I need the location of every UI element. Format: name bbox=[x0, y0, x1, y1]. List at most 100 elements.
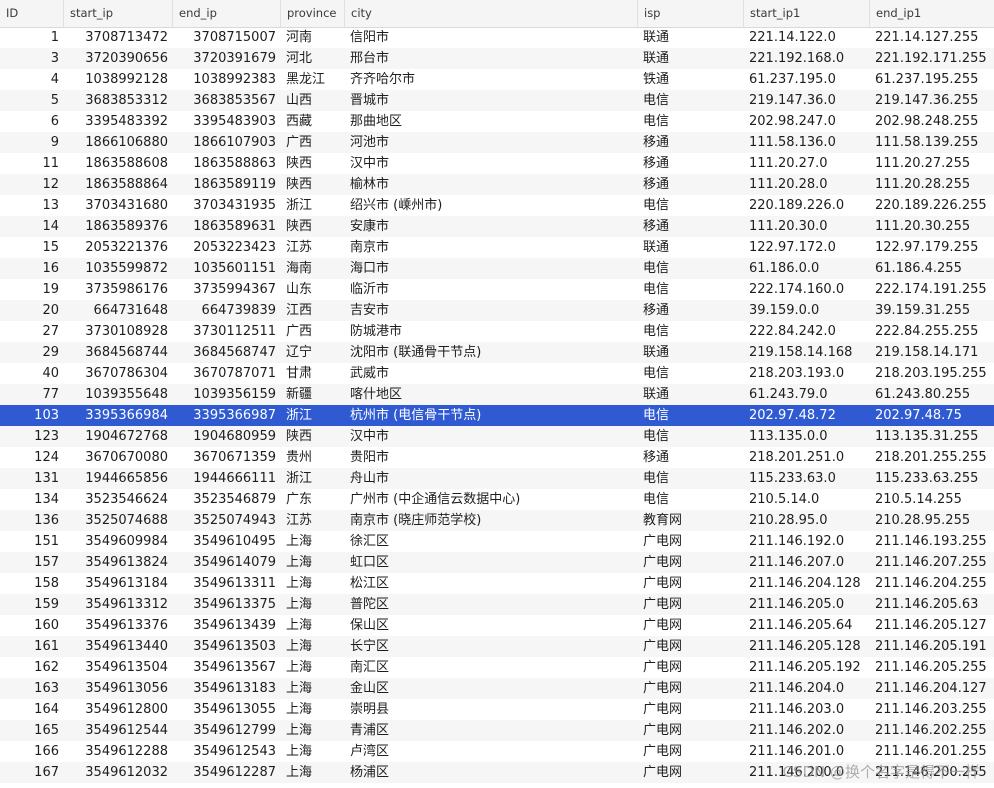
cell-start-ip[interactable]: 3549609984 bbox=[64, 531, 173, 552]
cell-start-ip[interactable]: 3549613312 bbox=[64, 594, 173, 615]
cell-end-ip[interactable]: 3549613311 bbox=[173, 573, 281, 594]
cell-id[interactable]: 131 bbox=[0, 468, 64, 489]
cell-start-ip1[interactable]: 61.237.195.0 bbox=[744, 69, 870, 90]
cell-province[interactable]: 广西 bbox=[281, 321, 345, 342]
cell-end-ip[interactable]: 2053223423 bbox=[173, 237, 281, 258]
cell-id[interactable]: 160 bbox=[0, 615, 64, 636]
cell-id[interactable]: 27 bbox=[0, 321, 64, 342]
cell-isp[interactable]: 电信 bbox=[638, 258, 744, 279]
cell-end-ip1[interactable]: 211.146.205.63 bbox=[870, 594, 994, 615]
cell-end-ip[interactable]: 1863588863 bbox=[173, 153, 281, 174]
cell-province[interactable]: 上海 bbox=[281, 657, 345, 678]
cell-id[interactable]: 161 bbox=[0, 636, 64, 657]
cell-city[interactable]: 南汇区 bbox=[345, 657, 638, 678]
cell-city[interactable]: 沈阳市 (联通骨干节点) bbox=[345, 342, 638, 363]
cell-isp[interactable]: 联通 bbox=[638, 27, 744, 48]
cell-end-ip[interactable]: 3670671359 bbox=[173, 447, 281, 468]
cell-end-ip1[interactable]: 202.97.48.75 bbox=[870, 405, 994, 426]
cell-start-ip1[interactable]: 222.174.160.0 bbox=[744, 279, 870, 300]
cell-province[interactable]: 河北 bbox=[281, 48, 345, 69]
cell-start-ip1[interactable]: 111.58.136.0 bbox=[744, 132, 870, 153]
column-header-isp[interactable]: isp bbox=[638, 0, 744, 27]
cell-id[interactable]: 166 bbox=[0, 741, 64, 762]
cell-id[interactable]: 124 bbox=[0, 447, 64, 468]
cell-province[interactable]: 山西 bbox=[281, 90, 345, 111]
cell-isp[interactable]: 广电网 bbox=[638, 720, 744, 741]
column-header-start-ip1[interactable]: start_ip1 bbox=[744, 0, 870, 27]
cell-isp[interactable]: 电信 bbox=[638, 426, 744, 447]
cell-province[interactable]: 陕西 bbox=[281, 174, 345, 195]
cell-isp[interactable]: 广电网 bbox=[638, 657, 744, 678]
cell-id[interactable]: 134 bbox=[0, 489, 64, 510]
cell-isp[interactable]: 移通 bbox=[638, 153, 744, 174]
cell-isp[interactable]: 广电网 bbox=[638, 741, 744, 762]
cell-start-ip1[interactable]: 211.146.205.0 bbox=[744, 594, 870, 615]
cell-start-ip1[interactable]: 210.28.95.0 bbox=[744, 510, 870, 531]
cell-city[interactable]: 绍兴市 (嵊州市) bbox=[345, 195, 638, 216]
cell-id[interactable]: 103 bbox=[0, 405, 64, 426]
cell-start-ip[interactable]: 3525074688 bbox=[64, 510, 173, 531]
cell-city[interactable]: 喀什地区 bbox=[345, 384, 638, 405]
cell-isp[interactable]: 电信 bbox=[638, 279, 744, 300]
cell-start-ip1[interactable]: 219.158.14.168 bbox=[744, 342, 870, 363]
cell-start-ip[interactable]: 1863589376 bbox=[64, 216, 173, 237]
cell-city[interactable]: 那曲地区 bbox=[345, 111, 638, 132]
cell-end-ip[interactable]: 3703431935 bbox=[173, 195, 281, 216]
cell-id[interactable]: 164 bbox=[0, 699, 64, 720]
cell-end-ip[interactable]: 3670787071 bbox=[173, 363, 281, 384]
cell-start-ip[interactable]: 3730108928 bbox=[64, 321, 173, 342]
cell-city[interactable]: 临沂市 bbox=[345, 279, 638, 300]
cell-start-ip[interactable]: 3549612544 bbox=[64, 720, 173, 741]
cell-start-ip[interactable]: 664731648 bbox=[64, 300, 173, 321]
cell-start-ip1[interactable]: 211.146.202.0 bbox=[744, 720, 870, 741]
cell-id[interactable]: 16 bbox=[0, 258, 64, 279]
cell-start-ip[interactable]: 3549613504 bbox=[64, 657, 173, 678]
table-row[interactable]: 165 3549612544 3549612799 上海 青浦区 广电网 211.146.2… bbox=[0, 720, 994, 741]
cell-start-ip[interactable]: 3720390656 bbox=[64, 48, 173, 69]
cell-start-ip1[interactable]: 221.14.122.0 bbox=[744, 27, 870, 48]
table-row[interactable]: 136 3525074688 3525074943 江苏 南京市 (晓庄师范学校) 教育网… bbox=[0, 510, 994, 531]
cell-province[interactable]: 上海 bbox=[281, 762, 345, 783]
cell-province[interactable]: 上海 bbox=[281, 720, 345, 741]
cell-end-ip[interactable]: 3549612543 bbox=[173, 741, 281, 762]
cell-end-ip[interactable]: 3549613567 bbox=[173, 657, 281, 678]
cell-isp[interactable]: 联通 bbox=[638, 342, 744, 363]
cell-start-ip1[interactable]: 61.186.0.0 bbox=[744, 258, 870, 279]
column-header-start-ip[interactable]: start_ip bbox=[64, 0, 173, 27]
cell-end-ip[interactable]: 3720391679 bbox=[173, 48, 281, 69]
cell-start-ip1[interactable]: 111.20.27.0 bbox=[744, 153, 870, 174]
cell-id[interactable]: 1 bbox=[0, 27, 64, 48]
cell-end-ip1[interactable]: 113.135.31.255 bbox=[870, 426, 994, 447]
cell-end-ip1[interactable]: 219.147.36.255 bbox=[870, 90, 994, 111]
cell-end-ip[interactable]: 3395366987 bbox=[173, 405, 281, 426]
cell-end-ip1[interactable]: 202.98.248.255 bbox=[870, 111, 994, 132]
cell-start-ip1[interactable]: 211.146.203.0 bbox=[744, 699, 870, 720]
cell-isp[interactable]: 电信 bbox=[638, 195, 744, 216]
table-row[interactable]: 123 1904672768 1904680959 陕西 汉中市 电信 113.135.0.… bbox=[0, 426, 994, 447]
table-row[interactable]: 14 1863589376 1863589631 陕西 安康市 移通 111.20.30.0… bbox=[0, 216, 994, 237]
table-row-selected[interactable]: 103 3395366984 3395366987 浙江 杭州市 (电信骨干节点) 电信 2… bbox=[0, 405, 994, 426]
cell-end-ip[interactable]: 3735994367 bbox=[173, 279, 281, 300]
cell-end-ip[interactable]: 1863589631 bbox=[173, 216, 281, 237]
cell-start-ip1[interactable]: 210.5.14.0 bbox=[744, 489, 870, 510]
cell-end-ip1[interactable]: 219.158.14.171 bbox=[870, 342, 994, 363]
cell-city[interactable]: 广州市 (中企通信云数据中心) bbox=[345, 489, 638, 510]
cell-start-ip[interactable]: 1863588608 bbox=[64, 153, 173, 174]
cell-id[interactable]: 151 bbox=[0, 531, 64, 552]
cell-end-ip[interactable]: 3683853567 bbox=[173, 90, 281, 111]
cell-province[interactable]: 海南 bbox=[281, 258, 345, 279]
cell-start-ip[interactable]: 3549613184 bbox=[64, 573, 173, 594]
cell-end-ip[interactable]: 3549613055 bbox=[173, 699, 281, 720]
cell-start-ip1[interactable]: 211.146.201.0 bbox=[744, 741, 870, 762]
cell-end-ip1[interactable]: 222.174.191.255 bbox=[870, 279, 994, 300]
cell-id[interactable]: 20 bbox=[0, 300, 64, 321]
cell-end-ip[interactable]: 1038992383 bbox=[173, 69, 281, 90]
cell-province[interactable]: 浙江 bbox=[281, 405, 345, 426]
cell-end-ip1[interactable]: 111.20.27.255 bbox=[870, 153, 994, 174]
cell-start-ip1[interactable]: 219.147.36.0 bbox=[744, 90, 870, 111]
cell-city[interactable]: 河池市 bbox=[345, 132, 638, 153]
cell-end-ip1[interactable]: 218.203.195.255 bbox=[870, 363, 994, 384]
cell-isp[interactable]: 广电网 bbox=[638, 762, 744, 783]
table-row[interactable]: 5 3683853312 3683853567 山西 晋城市 电信 219.147.36.0… bbox=[0, 90, 994, 111]
cell-start-ip1[interactable]: 113.135.0.0 bbox=[744, 426, 870, 447]
